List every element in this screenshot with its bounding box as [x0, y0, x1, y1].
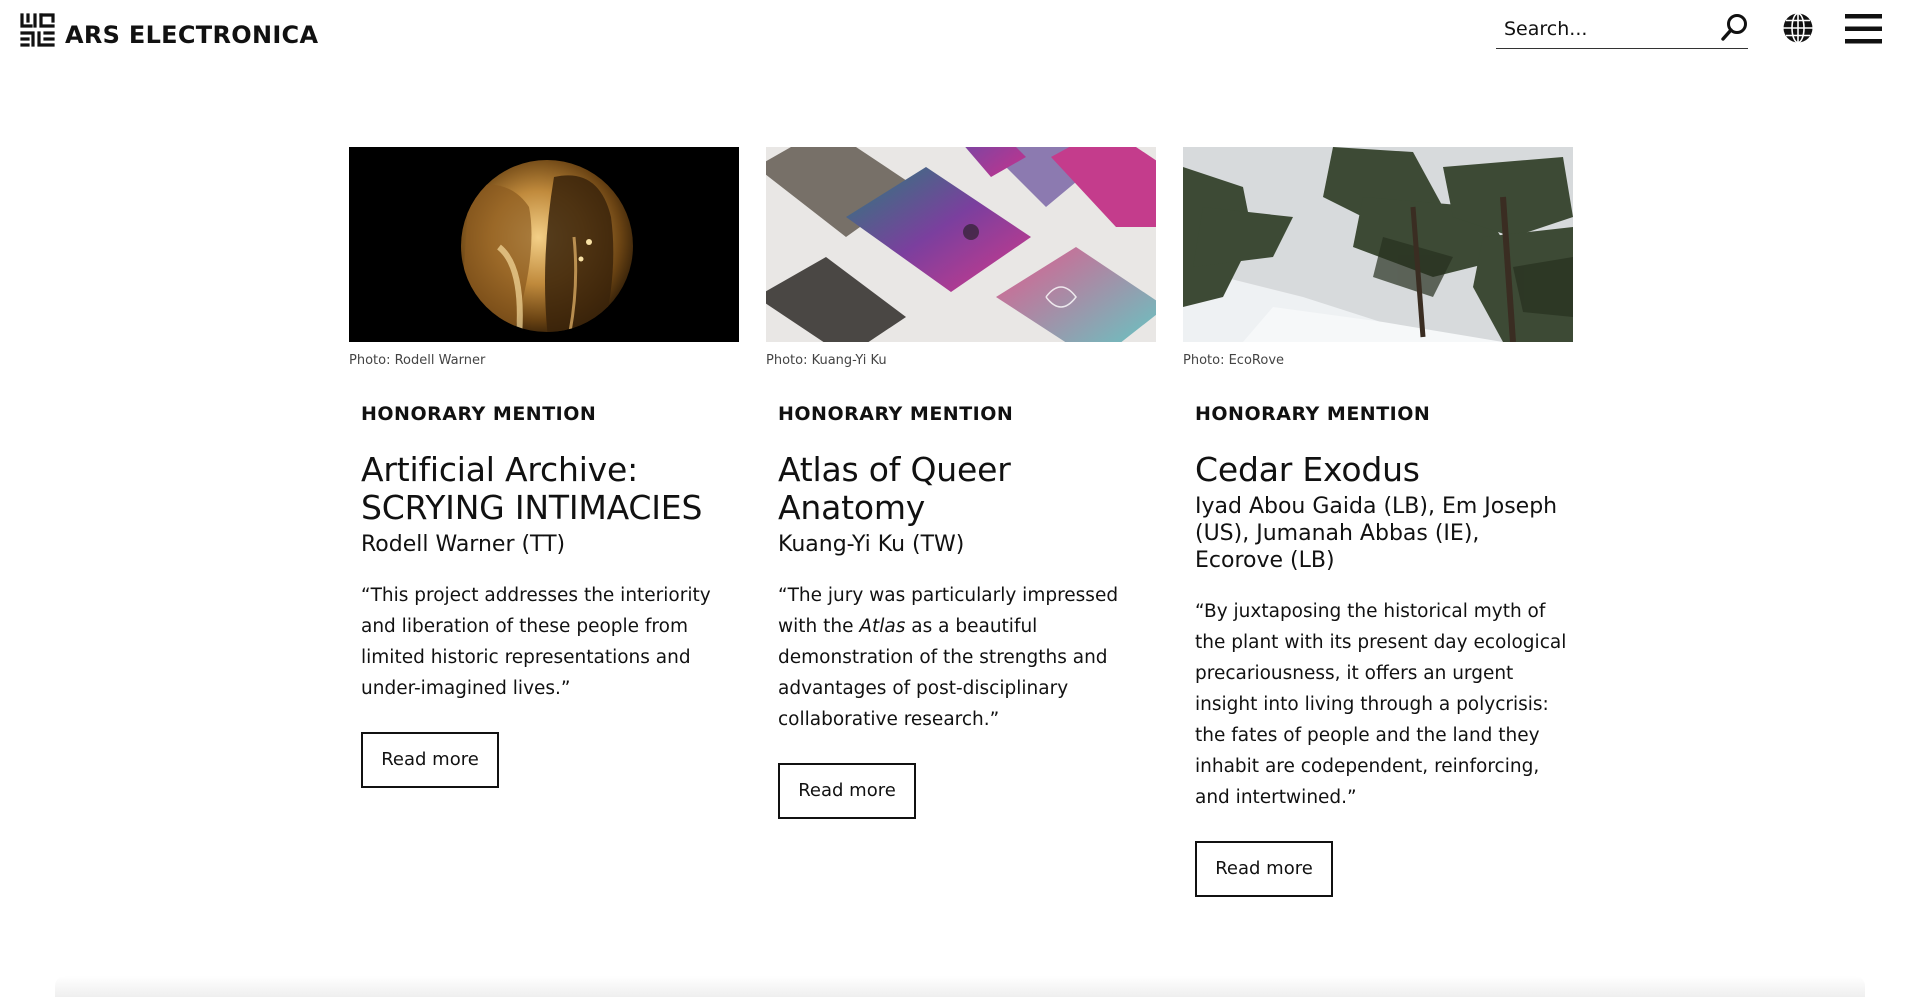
project-image[interactable]	[349, 147, 739, 342]
card-title[interactable]: Atlas of Queer Anatomy	[778, 451, 1150, 527]
project-card: Photo: Kuang-Yi Ku HONORARY MENTION Atla…	[766, 147, 1156, 819]
read-more-button[interactable]: Read more	[778, 763, 916, 819]
read-more-button[interactable]: Read more	[361, 732, 499, 788]
card-author: Iyad Abou Gaida (LB), Em Joseph (US), Ju…	[1195, 494, 1558, 573]
ars-electronica-logo-icon	[20, 13, 55, 47]
photo-credit: Photo: Rodell Warner	[349, 353, 486, 368]
site-header: ARS ELECTRONICA	[0, 0, 1920, 70]
photo-credit: Photo: Kuang-Yi Ku	[766, 353, 887, 368]
globe-icon[interactable]	[1781, 11, 1815, 45]
card-title[interactable]: Artificial Archive: SCRYING INTIMACIES	[361, 451, 733, 527]
card-title-line: Artificial Archive:	[361, 450, 639, 489]
hamburger-menu-icon[interactable]	[1845, 12, 1882, 46]
card-body: HONORARY MENTION Cedar Exodus Iyad Abou …	[1183, 403, 1573, 897]
card-title-line: Atlas of Queer Anatomy	[778, 450, 1011, 527]
read-more-button[interactable]: Read more	[1195, 841, 1333, 897]
card-title-line: SCRYING INTIMACIES	[361, 488, 703, 527]
card-title-line: Cedar Exodus	[1195, 450, 1420, 489]
site-logo[interactable]: ARS ELECTRONICA	[19, 12, 319, 49]
search-input[interactable]	[1504, 16, 1704, 42]
brand-name: ARS ELECTRONICA	[65, 21, 319, 49]
project-image[interactable]	[1183, 147, 1573, 342]
card-author: Rodell Warner (TT)	[361, 532, 566, 557]
card-body: HONORARY MENTION Atlas of Queer Anatomy …	[766, 403, 1156, 819]
card-body: HONORARY MENTION Artificial Archive: SCR…	[349, 403, 739, 788]
project-card: Photo: Rodell Warner HONORARY MENTION Ar…	[349, 147, 739, 788]
card-author: Kuang-Yi Ku (TW)	[778, 532, 965, 557]
project-image[interactable]	[766, 147, 1156, 342]
card-category: HONORARY MENTION	[361, 403, 597, 425]
card-category: HONORARY MENTION	[778, 403, 1014, 425]
card-title[interactable]: Cedar Exodus	[1195, 451, 1567, 489]
card-quote: “The jury was particularly impressed wit…	[778, 580, 1150, 735]
card-category: HONORARY MENTION	[1195, 403, 1431, 425]
search-bar	[1496, 10, 1748, 49]
footer-edge	[55, 976, 1865, 997]
photo-credit: Photo: EcoRove	[1183, 353, 1285, 368]
card-quote: “By juxtaposing the historical myth of t…	[1195, 601, 1567, 808]
search-icon[interactable]	[1718, 12, 1750, 44]
project-card: Photo: EcoRove HONORARY MENTION Cedar Ex…	[1183, 147, 1573, 897]
card-quote: “This project addresses the interiority …	[361, 585, 711, 699]
quote-emphasis: Atlas	[859, 616, 906, 637]
